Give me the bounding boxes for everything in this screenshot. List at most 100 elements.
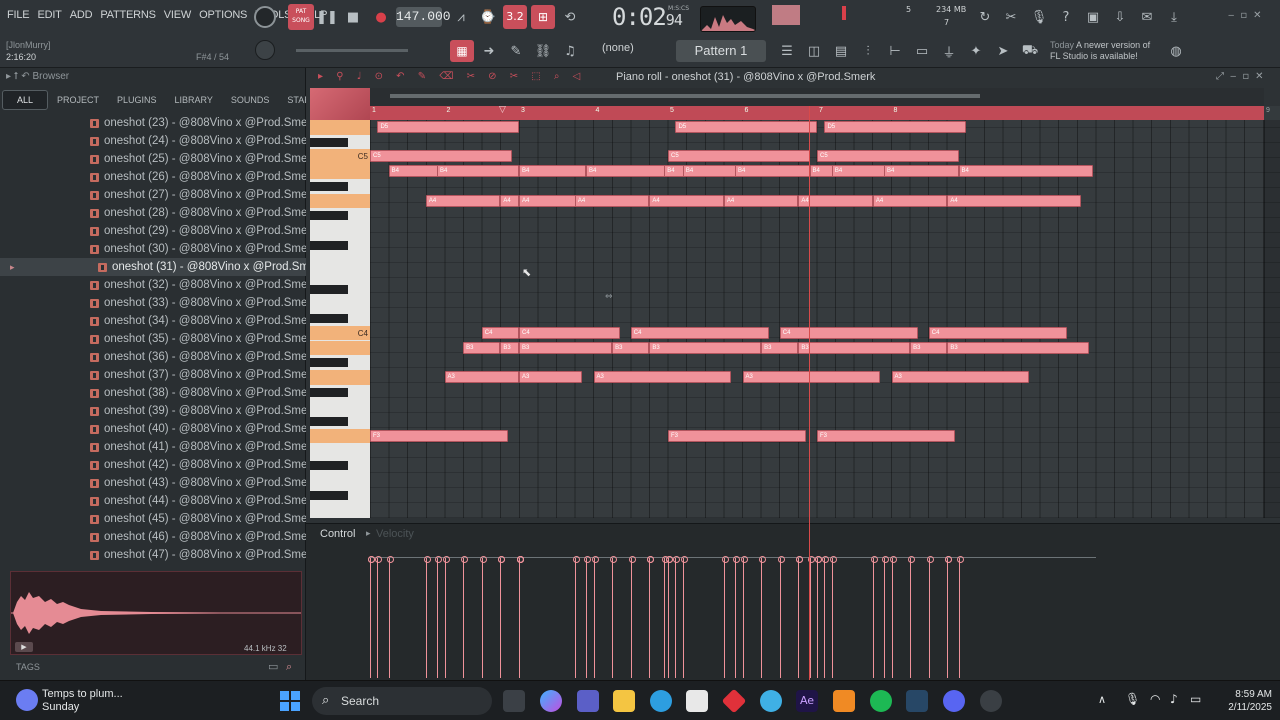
active-key[interactable]	[310, 428, 370, 444]
browser-file-item[interactable]: oneshot (45) - @808Vino x @Prod.Smerk	[0, 510, 317, 528]
velocity-bar[interactable]	[956, 556, 964, 678]
velocity-bar[interactable]	[666, 556, 673, 678]
note-block[interactable]: D5	[824, 121, 966, 133]
browser-file-item[interactable]: oneshot (32) - @808Vino x @Prod.Smerk	[0, 276, 317, 294]
bell-icon[interactable]: ♫	[559, 40, 581, 62]
note-block[interactable]: C5	[370, 150, 512, 163]
step-toggle[interactable]: 3.2	[503, 5, 527, 29]
velocity-bar[interactable]	[423, 556, 431, 678]
tempo-display[interactable]: 147.000	[396, 7, 451, 27]
velocity-bar[interactable]	[733, 556, 741, 678]
note-grid-empty[interactable]	[1264, 120, 1280, 518]
graph-icon[interactable]: ◫	[803, 40, 825, 62]
note-block[interactable]: C4	[481, 326, 519, 339]
velocity-bar[interactable]	[368, 556, 375, 678]
browser-file-item[interactable]: oneshot (25) - @808Vino x @Prod.Smerk	[0, 150, 317, 168]
note-block[interactable]: F3	[817, 429, 955, 442]
browser-file-item[interactable]: oneshot (35) - @808Vino x @Prod.Smerk	[0, 330, 317, 348]
play-button[interactable]: ❚❚	[316, 6, 338, 28]
start-icon[interactable]	[280, 691, 300, 711]
master-volume-knob[interactable]	[254, 6, 276, 28]
black-key[interactable]	[310, 314, 348, 324]
metronome-icon[interactable]: ⩘	[450, 6, 472, 28]
black-key[interactable]	[310, 358, 348, 368]
note-block[interactable]: D5	[675, 121, 817, 133]
browser-file-item[interactable]: oneshot (27) - @808Vino x @Prod.Smerk	[0, 186, 317, 204]
red-app-icon[interactable]	[721, 688, 747, 714]
pencil-icon[interactable]: ✎	[505, 40, 527, 62]
control-label[interactable]: Control	[320, 528, 355, 540]
browser-file-item[interactable]: oneshot (42) - @808Vino x @Prod.Smerk	[0, 456, 317, 474]
battery-icon[interactable]: ▭	[1190, 692, 1201, 706]
help-icon[interactable]: ?	[1055, 6, 1077, 28]
piano-roll-tools[interactable]: ▸ ⚲ ♩ ⊙ ↶ ✎ ⌫ ✂ ⊘ ✂ ⬚ ⌕ ◁	[318, 71, 585, 82]
note-block[interactable]: C4	[630, 326, 769, 339]
browser-file-item[interactable]: oneshot (33) - @808Vino x @Prod.Smerk	[0, 294, 317, 312]
channel-selector[interactable]: (none)	[602, 42, 634, 54]
browser-file-item[interactable]: oneshot (39) - @808Vino x @Prod.Smerk	[0, 402, 317, 420]
note-block[interactable]: B3	[519, 341, 613, 354]
velocity-bar[interactable]	[461, 556, 469, 678]
velocity-bar[interactable]	[908, 556, 916, 678]
browser-file-item[interactable]: oneshot (37) - @808Vino x @Prod.Smerk	[0, 366, 317, 384]
pat-song-toggle[interactable]: PAT SONG	[288, 4, 314, 30]
velocity-bar[interactable]	[386, 556, 394, 678]
teams-icon[interactable]	[577, 690, 599, 712]
velocity-bar[interactable]	[870, 556, 878, 678]
velocity-bar[interactable]	[435, 556, 443, 678]
velocity-bar[interactable]	[517, 556, 524, 678]
discord-icon[interactable]	[943, 690, 965, 712]
velocity-bar[interactable]	[628, 556, 636, 678]
browser-file-item[interactable]: oneshot (41) - @808Vino x @Prod.Smerk	[0, 438, 317, 456]
loop-record-icon[interactable]: ⟲	[559, 6, 581, 28]
browser-file-item[interactable]: oneshot (43) - @808Vino x @Prod.Smerk	[0, 474, 317, 492]
velocity-bar[interactable]	[777, 556, 785, 678]
link-icon[interactable]: ⛓	[532, 40, 554, 62]
cart-icon[interactable]: ⛟	[1019, 40, 1041, 62]
menu-options[interactable]: OPTIONS	[198, 9, 248, 21]
velocity-lane[interactable]	[368, 554, 1264, 678]
note-block[interactable]: B4	[437, 165, 519, 178]
save-icon[interactable]: ▣	[1082, 6, 1104, 28]
folder-icon[interactable]: ▭	[911, 40, 933, 62]
playlist-icon[interactable]: ☰	[776, 40, 798, 62]
tray-chevron-icon[interactable]: ∧	[1098, 693, 1106, 706]
playhead-marker-icon[interactable]: ▽	[499, 106, 509, 116]
velocity-bar[interactable]	[945, 556, 953, 678]
active-key[interactable]	[310, 193, 370, 209]
note-block[interactable]: A3	[519, 370, 583, 383]
send-icon[interactable]: ➤	[992, 40, 1014, 62]
browser-file-item[interactable]: ▸ oneshot (31) - @808Vino x @Prod.Smerk	[0, 258, 325, 276]
taskbar-clock[interactable]: 8:59 AM 2/11/2025	[1218, 688, 1272, 714]
black-key[interactable]	[310, 284, 348, 294]
chrome-icon[interactable]	[760, 690, 782, 712]
note-block[interactable]: B4	[586, 165, 668, 178]
note-block[interactable]: B4	[519, 165, 587, 178]
velocity-bar[interactable]	[584, 556, 592, 678]
menu-file[interactable]: FILE	[6, 9, 30, 21]
velocity-bar[interactable]	[662, 556, 670, 678]
browser-file-item[interactable]: oneshot (26) - @808Vino x @Prod.Smerk	[0, 168, 317, 186]
velocity-bar[interactable]	[442, 556, 450, 678]
velocity-bar[interactable]	[680, 556, 688, 678]
pattern-selector[interactable]: Pattern 1	[676, 40, 766, 62]
arrow-right-icon[interactable]: ➜	[478, 40, 500, 62]
browser-file-item[interactable]: oneshot (23) - @808Vino x @Prod.Smerk	[0, 114, 317, 132]
microphone-icon[interactable]: 🎙	[1028, 6, 1050, 28]
note-block[interactable]: A3	[891, 370, 1030, 383]
browser-file-item[interactable]: oneshot (38) - @808Vino x @Prod.Smerk	[0, 384, 317, 402]
black-key[interactable]	[310, 211, 348, 221]
menu-add[interactable]: ADD	[69, 9, 94, 21]
note-block[interactable]: A3	[593, 370, 732, 383]
taskbar-search[interactable]: ⌕ Search	[312, 687, 492, 715]
edge-icon[interactable]	[650, 690, 672, 712]
velocity-label[interactable]: Velocity	[376, 528, 414, 540]
tab-sounds[interactable]: SOUNDS	[222, 90, 279, 110]
clip-overview[interactable]	[370, 88, 1264, 106]
velocity-bar[interactable]	[822, 556, 830, 678]
velocity-bar[interactable]	[740, 556, 748, 678]
note-block[interactable]: A4	[425, 194, 501, 207]
active-key[interactable]	[310, 340, 370, 356]
note-block[interactable]: B4	[958, 165, 1093, 178]
velocity-bar[interactable]	[721, 556, 729, 678]
